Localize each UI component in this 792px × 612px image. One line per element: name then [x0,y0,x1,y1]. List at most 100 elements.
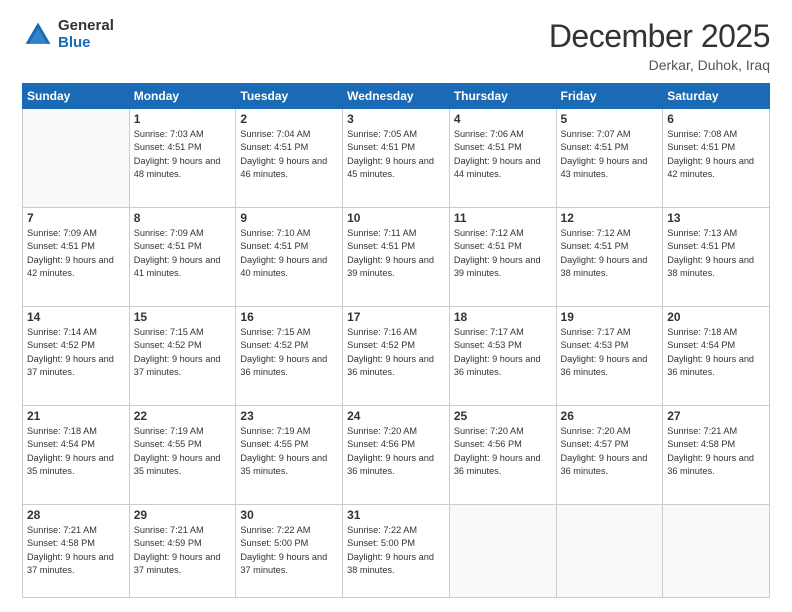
day-number: 6 [667,112,765,126]
calendar-week-5: 28 Sunrise: 7:21 AMSunset: 4:58 PMDayligh… [23,504,770,597]
day-number: 28 [27,508,125,522]
weekday-header-sunday: Sunday [23,84,130,109]
weekday-header-friday: Friday [556,84,663,109]
calendar-cell: 27 Sunrise: 7:21 AMSunset: 4:58 PMDayligh… [663,405,770,504]
weekday-header-thursday: Thursday [449,84,556,109]
calendar-week-4: 21Sunrise: 7:18 AMSunset: 4:54 PMDayligh… [23,405,770,504]
day-info: Sunrise: 7:17 AMSunset: 4:53 PMDaylight:… [454,326,552,379]
header: General Blue December 2025 Derkar, Duhok… [22,18,770,73]
day-info: Sunrise: 7:10 AMSunset: 4:51 PMDaylight:… [240,227,338,280]
calendar-cell: 23 Sunrise: 7:19 AMSunset: 4:55 PMDayligh… [236,405,343,504]
calendar-week-2: 7Sunrise: 7:09 AMSunset: 4:51 PMDaylight… [23,207,770,306]
day-info: Sunrise: 7:21 AMSunset: 4:58 PMDaylight:… [667,425,765,478]
calendar-cell: 4Sunrise: 7:06 AMSunset: 4:51 PMDaylight… [449,109,556,208]
logo: General Blue [22,18,114,51]
day-number: 22 [134,409,232,423]
day-info: Sunrise: 7:20 AMSunset: 4:56 PMDaylight:… [347,425,445,478]
calendar-cell: 3 Sunrise: 7:05 AMSunset: 4:51 PMDaylight… [343,109,450,208]
weekday-header-row: SundayMondayTuesdayWednesdayThursdayFrid… [23,84,770,109]
day-number: 8 [134,211,232,225]
day-info: Sunrise: 7:17 AMSunset: 4:53 PMDaylight:… [561,326,659,379]
day-info: Sunrise: 7:12 AMSunset: 4:51 PMDaylight:… [454,227,552,280]
day-number: 23 [240,409,338,423]
day-number: 17 [347,310,445,324]
day-info: Sunrise: 7:16 AMSunset: 4:52 PMDaylight:… [347,326,445,379]
calendar-cell: 25 Sunrise: 7:20 AMSunset: 4:56 PMDayligh… [449,405,556,504]
calendar-cell: 2 Sunrise: 7:04 AMSunset: 4:51 PMDaylight… [236,109,343,208]
day-number: 3 [347,112,445,126]
calendar-cell: 20Sunrise: 7:18 AMSunset: 4:54 PMDayligh… [663,306,770,405]
day-number: 25 [454,409,552,423]
calendar-cell: 16 Sunrise: 7:15 AMSunset: 4:52 PMDayligh… [236,306,343,405]
logo-icon [22,19,54,51]
day-number: 20 [667,310,765,324]
calendar: SundayMondayTuesdayWednesdayThursdayFrid… [22,83,770,598]
calendar-cell: 13Sunrise: 7:13 AMSunset: 4:51 PMDayligh… [663,207,770,306]
day-number: 9 [240,211,338,225]
day-number: 30 [240,508,338,522]
calendar-cell: 31Sunrise: 7:22 AMSunset: 5:00 PMDayligh… [343,504,450,597]
calendar-body: 1Sunrise: 7:03 AMSunset: 4:51 PMDaylight… [23,109,770,598]
day-number: 12 [561,211,659,225]
calendar-cell: 8Sunrise: 7:09 AMSunset: 4:51 PMDaylight… [129,207,236,306]
day-number: 26 [561,409,659,423]
day-info: Sunrise: 7:22 AMSunset: 5:00 PMDaylight:… [347,524,445,577]
day-info: Sunrise: 7:21 AMSunset: 4:58 PMDaylight:… [27,524,125,577]
calendar-cell: 5Sunrise: 7:07 AMSunset: 4:51 PMDaylight… [556,109,663,208]
day-info: Sunrise: 7:09 AMSunset: 4:51 PMDaylight:… [27,227,125,280]
day-number: 11 [454,211,552,225]
day-number: 2 [240,112,338,126]
day-number: 5 [561,112,659,126]
calendar-cell: 9 Sunrise: 7:10 AMSunset: 4:51 PMDaylight… [236,207,343,306]
calendar-cell [449,504,556,597]
calendar-cell [663,504,770,597]
page: General Blue December 2025 Derkar, Duhok… [0,0,792,612]
calendar-cell: 26 Sunrise: 7:20 AMSunset: 4:57 PMDayligh… [556,405,663,504]
day-number: 27 [667,409,765,423]
day-number: 21 [27,409,125,423]
logo-text: General Blue [58,18,114,51]
day-info: Sunrise: 7:08 AMSunset: 4:51 PMDaylight:… [667,128,765,181]
calendar-cell: 17 Sunrise: 7:16 AMSunset: 4:52 PMDayligh… [343,306,450,405]
calendar-cell: 28 Sunrise: 7:21 AMSunset: 4:58 PMDayligh… [23,504,130,597]
logo-general: General [58,18,114,35]
header-right: December 2025 Derkar, Duhok, Iraq [549,18,770,73]
calendar-cell: 15 Sunrise: 7:15 AMSunset: 4:52 PMDayligh… [129,306,236,405]
day-info: Sunrise: 7:06 AMSunset: 4:51 PMDaylight:… [454,128,552,181]
weekday-header-wednesday: Wednesday [343,84,450,109]
calendar-cell: 11 Sunrise: 7:12 AMSunset: 4:51 PMDayligh… [449,207,556,306]
calendar-cell: 12Sunrise: 7:12 AMSunset: 4:51 PMDayligh… [556,207,663,306]
day-number: 29 [134,508,232,522]
month-title: December 2025 [549,18,770,55]
day-info: Sunrise: 7:14 AMSunset: 4:52 PMDaylight:… [27,326,125,379]
day-info: Sunrise: 7:20 AMSunset: 4:56 PMDaylight:… [454,425,552,478]
calendar-cell: 21Sunrise: 7:18 AMSunset: 4:54 PMDayligh… [23,405,130,504]
calendar-cell: 18 Sunrise: 7:17 AMSunset: 4:53 PMDayligh… [449,306,556,405]
calendar-cell: 7Sunrise: 7:09 AMSunset: 4:51 PMDaylight… [23,207,130,306]
day-info: Sunrise: 7:20 AMSunset: 4:57 PMDaylight:… [561,425,659,478]
calendar-cell: 6 Sunrise: 7:08 AMSunset: 4:51 PMDaylight… [663,109,770,208]
weekday-header-saturday: Saturday [663,84,770,109]
calendar-cell: 22Sunrise: 7:19 AMSunset: 4:55 PMDayligh… [129,405,236,504]
calendar-cell: 1Sunrise: 7:03 AMSunset: 4:51 PMDaylight… [129,109,236,208]
day-number: 18 [454,310,552,324]
logo-blue: Blue [58,35,114,52]
day-info: Sunrise: 7:05 AMSunset: 4:51 PMDaylight:… [347,128,445,181]
day-info: Sunrise: 7:04 AMSunset: 4:51 PMDaylight:… [240,128,338,181]
day-info: Sunrise: 7:15 AMSunset: 4:52 PMDaylight:… [134,326,232,379]
calendar-cell [556,504,663,597]
location: Derkar, Duhok, Iraq [549,57,770,73]
day-info: Sunrise: 7:21 AMSunset: 4:59 PMDaylight:… [134,524,232,577]
day-number: 15 [134,310,232,324]
day-info: Sunrise: 7:15 AMSunset: 4:52 PMDaylight:… [240,326,338,379]
calendar-cell: 14Sunrise: 7:14 AMSunset: 4:52 PMDayligh… [23,306,130,405]
day-number: 16 [240,310,338,324]
day-number: 13 [667,211,765,225]
day-info: Sunrise: 7:11 AMSunset: 4:51 PMDaylight:… [347,227,445,280]
day-info: Sunrise: 7:19 AMSunset: 4:55 PMDaylight:… [240,425,338,478]
calendar-cell [23,109,130,208]
calendar-cell: 30Sunrise: 7:22 AMSunset: 5:00 PMDayligh… [236,504,343,597]
calendar-cell: 29 Sunrise: 7:21 AMSunset: 4:59 PMDayligh… [129,504,236,597]
calendar-cell: 19Sunrise: 7:17 AMSunset: 4:53 PMDayligh… [556,306,663,405]
day-number: 24 [347,409,445,423]
